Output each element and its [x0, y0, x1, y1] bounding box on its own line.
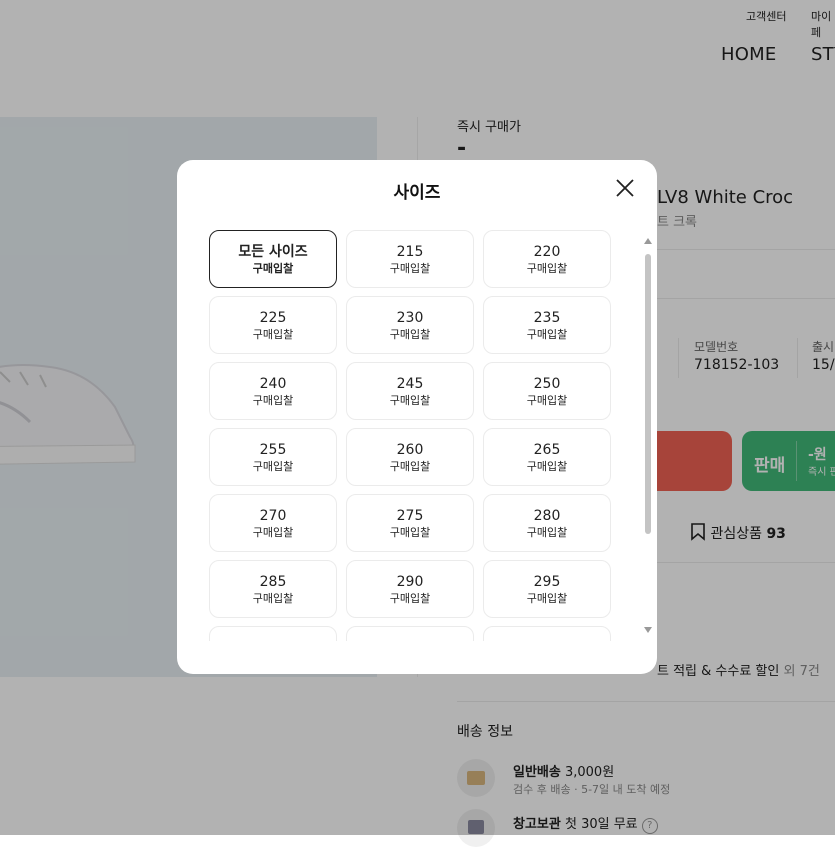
close-icon: [616, 179, 634, 197]
size-status: 구매입찰: [526, 393, 568, 407]
size-status: 구매입찰: [526, 459, 568, 473]
size-value: 245: [396, 375, 424, 392]
size-value: 230: [396, 309, 424, 326]
size-value: 260: [396, 441, 424, 458]
close-button[interactable]: [613, 176, 637, 200]
size-status: 구매입찰: [389, 393, 431, 407]
size-option[interactable]: 230 구매입찰: [346, 296, 474, 354]
size-value: 255: [259, 441, 287, 458]
size-value: 240: [259, 375, 287, 392]
size-option[interactable]: 285 구매입찰: [209, 560, 337, 618]
size-grid-scroll[interactable]: 모든 사이즈 구매입찰 215 구매입찰 220 구매입찰 225 구매입찰 230 구매입찰 23…: [209, 230, 611, 641]
size-status: 구매입찰: [526, 591, 568, 605]
size-value: 250: [533, 375, 561, 392]
size-grid: 모든 사이즈 구매입찰 215 구매입찰 220 구매입찰 225 구매입찰 230 구매입찰 23…: [209, 230, 611, 641]
size-status: 구매입찰: [526, 327, 568, 341]
size-option[interactable]: 255 구매입찰: [209, 428, 337, 486]
size-status: 구매입찰: [389, 525, 431, 539]
size-status: 구매입찰: [252, 261, 294, 275]
size-value: 285: [259, 573, 287, 590]
size-option[interactable]: 275 구매입찰: [346, 494, 474, 552]
scroll-down-icon[interactable]: [644, 627, 652, 633]
size-status: 구매입찰: [389, 591, 431, 605]
size-value: 모든 사이즈: [238, 243, 308, 260]
size-option[interactable]: 245 구매입찰: [346, 362, 474, 420]
scroll-up-icon[interactable]: [644, 238, 652, 244]
size-status: 구매입찰: [526, 261, 568, 275]
size-option-partial[interactable]: [209, 626, 337, 641]
size-value: 220: [533, 243, 561, 260]
size-value: 225: [259, 309, 287, 326]
modal-title: 사이즈: [393, 183, 441, 203]
size-option[interactable]: 220 구매입찰: [483, 230, 611, 288]
size-value: 270: [259, 507, 287, 524]
size-modal: 사이즈 모든 사이즈 구매입찰 215 구매입찰 220 구매입찰 225 구매입찰 230 구매…: [177, 160, 657, 674]
size-value: 295: [533, 573, 561, 590]
size-status: 구매입찰: [252, 393, 294, 407]
scrollbar-thumb[interactable]: [645, 254, 651, 534]
size-option[interactable]: 290 구매입찰: [346, 560, 474, 618]
size-status: 구매입찰: [389, 327, 431, 341]
size-option[interactable]: 265 구매입찰: [483, 428, 611, 486]
size-option[interactable]: 240 구매입찰: [209, 362, 337, 420]
size-option[interactable]: 235 구매입찰: [483, 296, 611, 354]
size-option[interactable]: 295 구매입찰: [483, 560, 611, 618]
size-option[interactable]: 260 구매입찰: [346, 428, 474, 486]
size-option-partial[interactable]: [346, 626, 474, 641]
size-option[interactable]: 250 구매입찰: [483, 362, 611, 420]
size-option[interactable]: 모든 사이즈 구매입찰: [209, 230, 337, 288]
size-value: 280: [533, 507, 561, 524]
size-status: 구매입찰: [526, 525, 568, 539]
size-status: 구매입찰: [389, 261, 431, 275]
size-status: 구매입찰: [252, 591, 294, 605]
size-option[interactable]: 270 구매입찰: [209, 494, 337, 552]
size-status: 구매입찰: [252, 525, 294, 539]
size-value: 290: [396, 573, 424, 590]
size-status: 구매입찰: [389, 459, 431, 473]
size-option[interactable]: 225 구매입찰: [209, 296, 337, 354]
size-option[interactable]: 215 구매입찰: [346, 230, 474, 288]
size-value: 265: [533, 441, 561, 458]
size-status: 구매입찰: [252, 459, 294, 473]
size-value: 275: [396, 507, 424, 524]
size-value: 235: [533, 309, 561, 326]
size-option[interactable]: 280 구매입찰: [483, 494, 611, 552]
size-status: 구매입찰: [252, 327, 294, 341]
size-option-partial[interactable]: [483, 626, 611, 641]
scrollbar[interactable]: [643, 238, 653, 636]
size-value: 215: [396, 243, 424, 260]
